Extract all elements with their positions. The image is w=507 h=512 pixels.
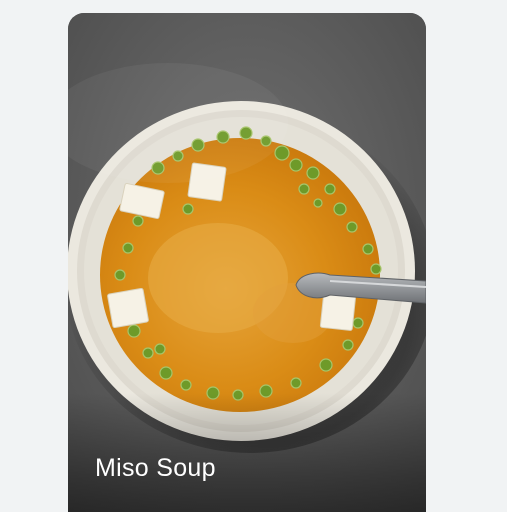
- page: Miso Soup: [0, 0, 507, 512]
- card-title: Miso Soup: [95, 454, 216, 482]
- food-card-miso-soup[interactable]: Miso Soup: [68, 13, 426, 512]
